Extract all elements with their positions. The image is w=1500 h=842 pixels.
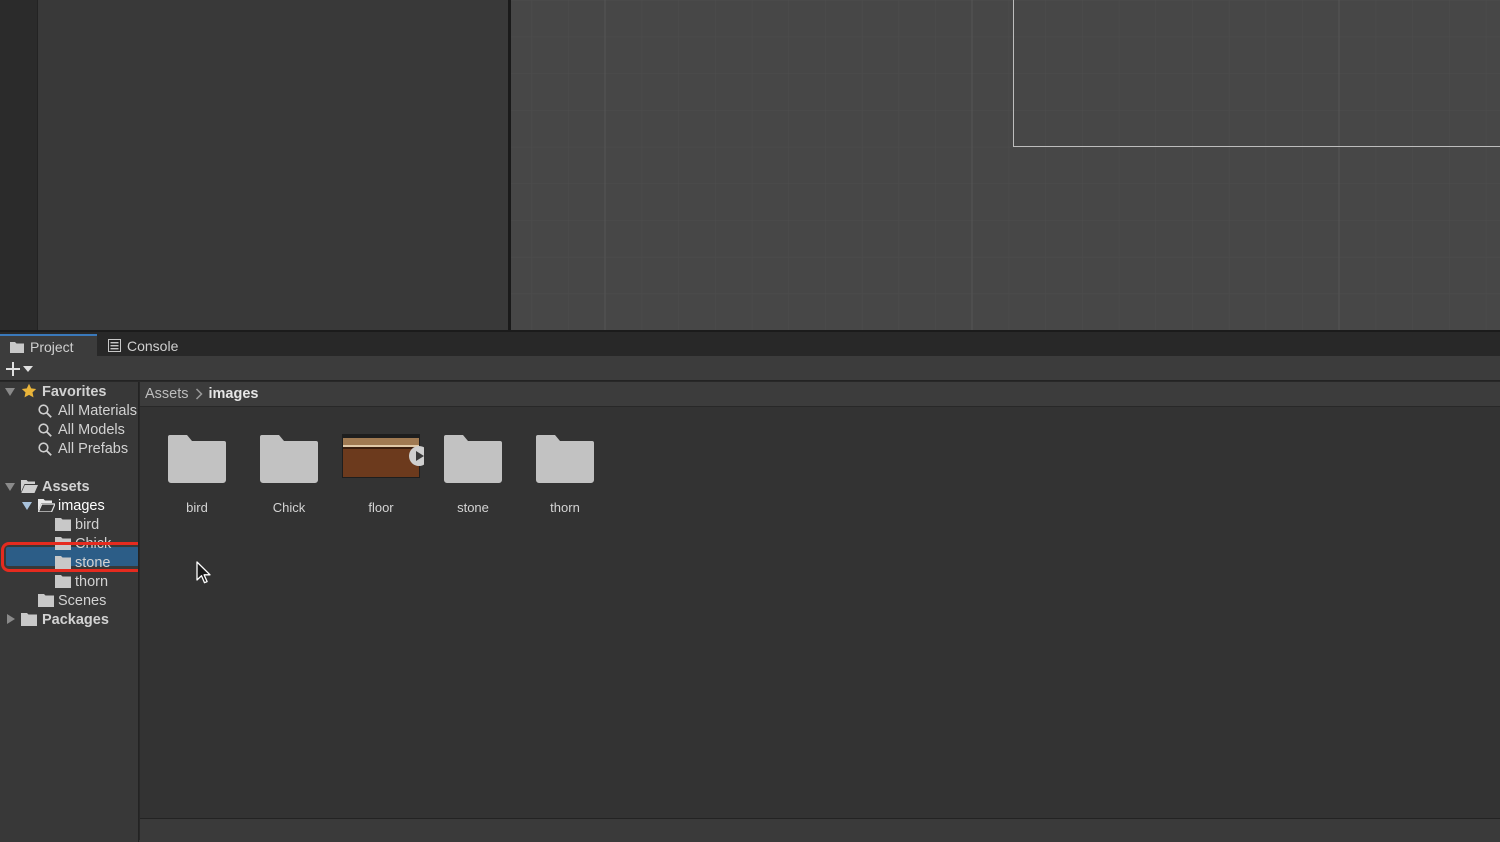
- tree-item-images[interactable]: images: [0, 496, 138, 515]
- expand-arrow-icon[interactable]: [22, 502, 32, 510]
- asset-name: stone: [457, 500, 489, 515]
- project-window: Project Console Favorites All Materials: [0, 330, 1500, 842]
- tree-item-favorites[interactable]: Favorites: [0, 382, 138, 401]
- annotation-highlight-ring: [1, 542, 138, 572]
- folder-icon: [21, 613, 37, 626]
- tree-item-assets[interactable]: Assets: [0, 477, 138, 496]
- tab-console-label: Console: [127, 337, 179, 354]
- project-tree: Favorites All Materials All Models All P…: [0, 382, 139, 842]
- folder-icon: [168, 435, 226, 483]
- tree-item-all-models[interactable]: All Models: [0, 420, 138, 439]
- asset-name: Chick: [272, 500, 306, 515]
- folder-icon: [55, 575, 71, 588]
- tree-item-all-materials[interactable]: All Materials: [0, 401, 138, 420]
- open-folder-icon: [21, 480, 38, 493]
- project-toolbar: [0, 356, 1500, 381]
- tab-bar: Project Console: [0, 332, 1500, 357]
- tab-project-label: Project: [30, 338, 74, 355]
- plus-icon: [6, 361, 20, 376]
- mouse-cursor-icon: [196, 561, 211, 584]
- tree-label: All Materials: [58, 402, 137, 419]
- console-icon: [108, 339, 121, 352]
- tree-item-bird[interactable]: bird: [0, 515, 138, 534]
- breadcrumb-assets[interactable]: Assets: [145, 386, 189, 402]
- tab-project[interactable]: Project: [0, 334, 97, 357]
- tree-label: Scenes: [58, 592, 107, 609]
- tree-label: All Models: [58, 421, 125, 438]
- tree-label-assets: Assets: [42, 478, 90, 495]
- tree-label-favorites: Favorites: [42, 383, 107, 400]
- tree-item-scenes[interactable]: Scenes: [0, 591, 138, 610]
- tree-label-packages: Packages: [42, 611, 109, 628]
- asset-stone-folder[interactable]: stone: [426, 434, 516, 524]
- tree-label: All Prefabs: [58, 440, 129, 457]
- create-button[interactable]: [6, 359, 40, 378]
- tree-item-thorn[interactable]: thorn: [0, 572, 138, 591]
- tree-label: thorn: [75, 573, 109, 590]
- chevron-right-icon: [195, 388, 203, 400]
- search-icon: [38, 423, 52, 437]
- camera-frame: [1013, 0, 1500, 147]
- floor-sprite-thumbnail: [342, 434, 424, 478]
- breadcrumb-images[interactable]: images: [209, 386, 259, 402]
- asset-name: floor: [368, 500, 394, 515]
- tab-console[interactable]: Console: [98, 334, 193, 357]
- asset-name: bird: [186, 500, 208, 515]
- search-icon: [38, 404, 52, 418]
- editor-top-area: [0, 0, 1500, 330]
- folder-icon: [444, 435, 502, 483]
- search-icon: [38, 442, 52, 456]
- folder-icon: [38, 594, 54, 607]
- tree-item-all-prefabs[interactable]: All Prefabs: [0, 439, 138, 458]
- asset-browser: Assets images bird Chick floor stone tho…: [140, 382, 1500, 842]
- chevron-down-icon: [23, 365, 33, 372]
- open-folder-icon: [38, 499, 55, 512]
- asset-bird-folder[interactable]: bird: [150, 434, 240, 524]
- hierarchy-panel[interactable]: [38, 0, 508, 330]
- tree-label-images: images: [58, 497, 105, 514]
- asset-thorn-folder[interactable]: thorn: [518, 434, 608, 524]
- asset-chick-folder[interactable]: Chick: [242, 434, 332, 524]
- folder-icon: [55, 518, 71, 531]
- breadcrumb: Assets images: [140, 382, 1500, 407]
- star-icon: [21, 383, 37, 398]
- expand-arrow-icon[interactable]: [5, 483, 15, 491]
- tree-label: bird: [75, 516, 100, 533]
- asset-floor-sprite[interactable]: floor: [334, 434, 424, 524]
- status-bar: [140, 818, 1500, 842]
- folder-icon: [536, 435, 594, 483]
- folder-icon: [260, 435, 318, 483]
- scene-view[interactable]: [511, 0, 1500, 330]
- tree-item-packages[interactable]: Packages: [0, 610, 138, 629]
- folder-icon: [10, 341, 24, 353]
- toolbar-strip: [0, 0, 38, 330]
- expand-arrow-icon[interactable]: [5, 388, 15, 396]
- expand-arrow-icon[interactable]: [7, 614, 15, 624]
- asset-name: thorn: [550, 500, 580, 515]
